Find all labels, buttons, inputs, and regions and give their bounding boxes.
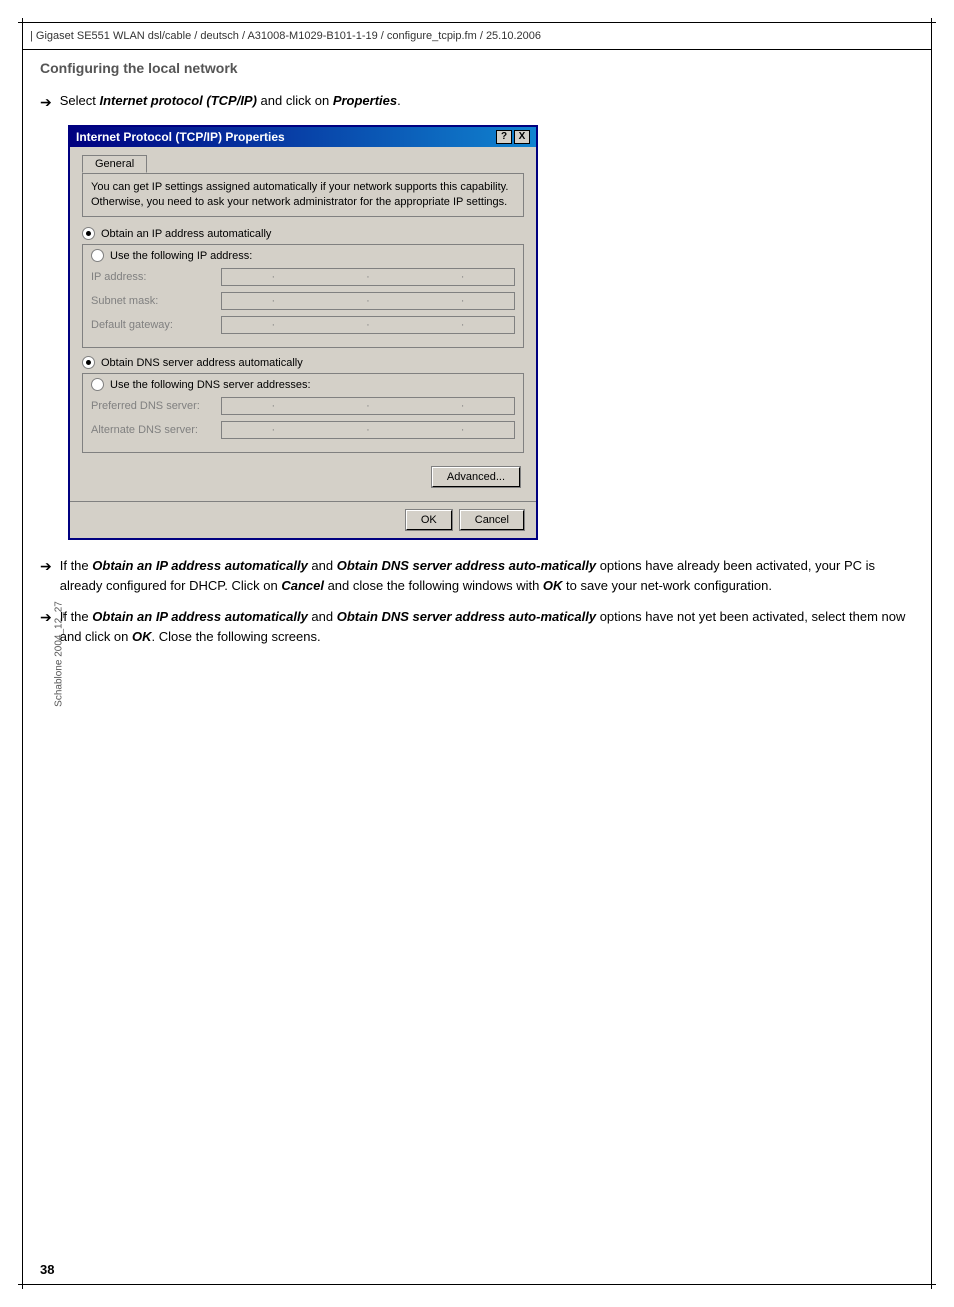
radio-manual-dns[interactable] — [91, 378, 104, 391]
radio-auto-ip-label: Obtain an IP address automatically — [101, 228, 271, 240]
dialog-title: Internet Protocol (TCP/IP) Properties — [76, 130, 285, 144]
cancel-button[interactable]: Cancel — [460, 510, 524, 530]
titlebar-buttons: ? X — [496, 130, 530, 144]
header-text: | Gigaset SE551 WLAN dsl/cable / deutsch… — [30, 30, 541, 42]
page-number: 38 — [40, 1262, 54, 1277]
radio-manual-ip[interactable] — [91, 249, 104, 262]
tab-row: General — [82, 155, 524, 173]
dialog-footer: OK Cancel — [70, 501, 536, 538]
radio-manual-dns-label: Use the following DNS server addresses: — [110, 379, 311, 391]
radio-auto-dns-row: Obtain DNS server address automatically — [82, 356, 524, 369]
radio-auto-ip-row: Obtain an IP address automatically — [82, 227, 524, 240]
alternate-dns-input[interactable]: ··· — [221, 421, 515, 439]
tab-general[interactable]: General — [82, 155, 147, 173]
main-content: Configuring the local network ➔ Select I… — [40, 50, 914, 1267]
intro-text: Select Internet protocol (TCP/IP) and cl… — [60, 92, 401, 110]
advanced-area: Advanced... — [82, 461, 524, 493]
bullet2-arrow: ➔ — [40, 608, 52, 628]
bullet1-arrow: ➔ — [40, 557, 52, 577]
radio-manual-ip-row: Use the following IP address: — [91, 249, 515, 262]
bullet2-text: If the Obtain an IP address automaticall… — [60, 607, 914, 646]
ok-button[interactable]: OK — [406, 510, 452, 530]
radio-auto-dns-label: Obtain DNS server address automatically — [101, 357, 303, 369]
alternate-dns-row: Alternate DNS server: ··· — [91, 421, 515, 439]
manual-dns-group: Use the following DNS server addresses: … — [82, 373, 524, 453]
intro-bold1: Internet protocol (TCP/IP) — [99, 93, 256, 108]
bullet2-item: ➔ If the Obtain an IP address automatica… — [40, 607, 914, 646]
radio-manual-ip-label: Use the following IP address: — [110, 250, 252, 262]
radio-auto-dns[interactable] — [82, 356, 95, 369]
radio-manual-dns-row: Use the following DNS server addresses: — [91, 378, 515, 391]
intro-arrow: ➔ — [40, 93, 52, 113]
intro-instruction: ➔ Select Internet protocol (TCP/IP) and … — [40, 92, 914, 113]
dialog-titlebar: Internet Protocol (TCP/IP) Properties ? … — [70, 127, 536, 147]
intro-bold2: Properties — [333, 93, 397, 108]
section-heading: Configuring the local network — [40, 60, 914, 76]
gateway-label: Default gateway: — [91, 319, 221, 331]
preferred-dns-input[interactable]: ··· — [221, 397, 515, 415]
preferred-dns-label: Preferred DNS server: — [91, 400, 221, 412]
gateway-row: Default gateway: ··· — [91, 316, 515, 334]
subnet-label: Subnet mask: — [91, 295, 221, 307]
dialog-body: General You can get IP settings assigned… — [70, 147, 536, 502]
bullet1-item: ➔ If the Obtain an IP address automatica… — [40, 556, 914, 595]
tcpip-dialog: Internet Protocol (TCP/IP) Properties ? … — [68, 125, 538, 541]
dialog-info-text: You can get IP settings assigned automat… — [82, 173, 524, 218]
alternate-dns-label: Alternate DNS server: — [91, 424, 221, 436]
subnet-input[interactable]: ··· — [221, 292, 515, 310]
intro-mid: and click on — [257, 93, 333, 108]
help-button[interactable]: ? — [496, 130, 512, 144]
gateway-input[interactable]: ··· — [221, 316, 515, 334]
preferred-dns-row: Preferred DNS server: ··· — [91, 397, 515, 415]
subnet-row: Subnet mask: ··· — [91, 292, 515, 310]
radio-auto-ip[interactable] — [82, 227, 95, 240]
advanced-button[interactable]: Advanced... — [432, 467, 520, 487]
ip-address-label: IP address: — [91, 271, 221, 283]
ip-address-row: IP address: ··· — [91, 268, 515, 286]
header-bar: | Gigaset SE551 WLAN dsl/cable / deutsch… — [22, 22, 932, 50]
manual-ip-group: Use the following IP address: IP address… — [82, 244, 524, 348]
close-button[interactable]: X — [514, 130, 530, 144]
ip-address-input[interactable]: ··· — [221, 268, 515, 286]
bullet1-text: If the Obtain an IP address automaticall… — [60, 556, 914, 595]
